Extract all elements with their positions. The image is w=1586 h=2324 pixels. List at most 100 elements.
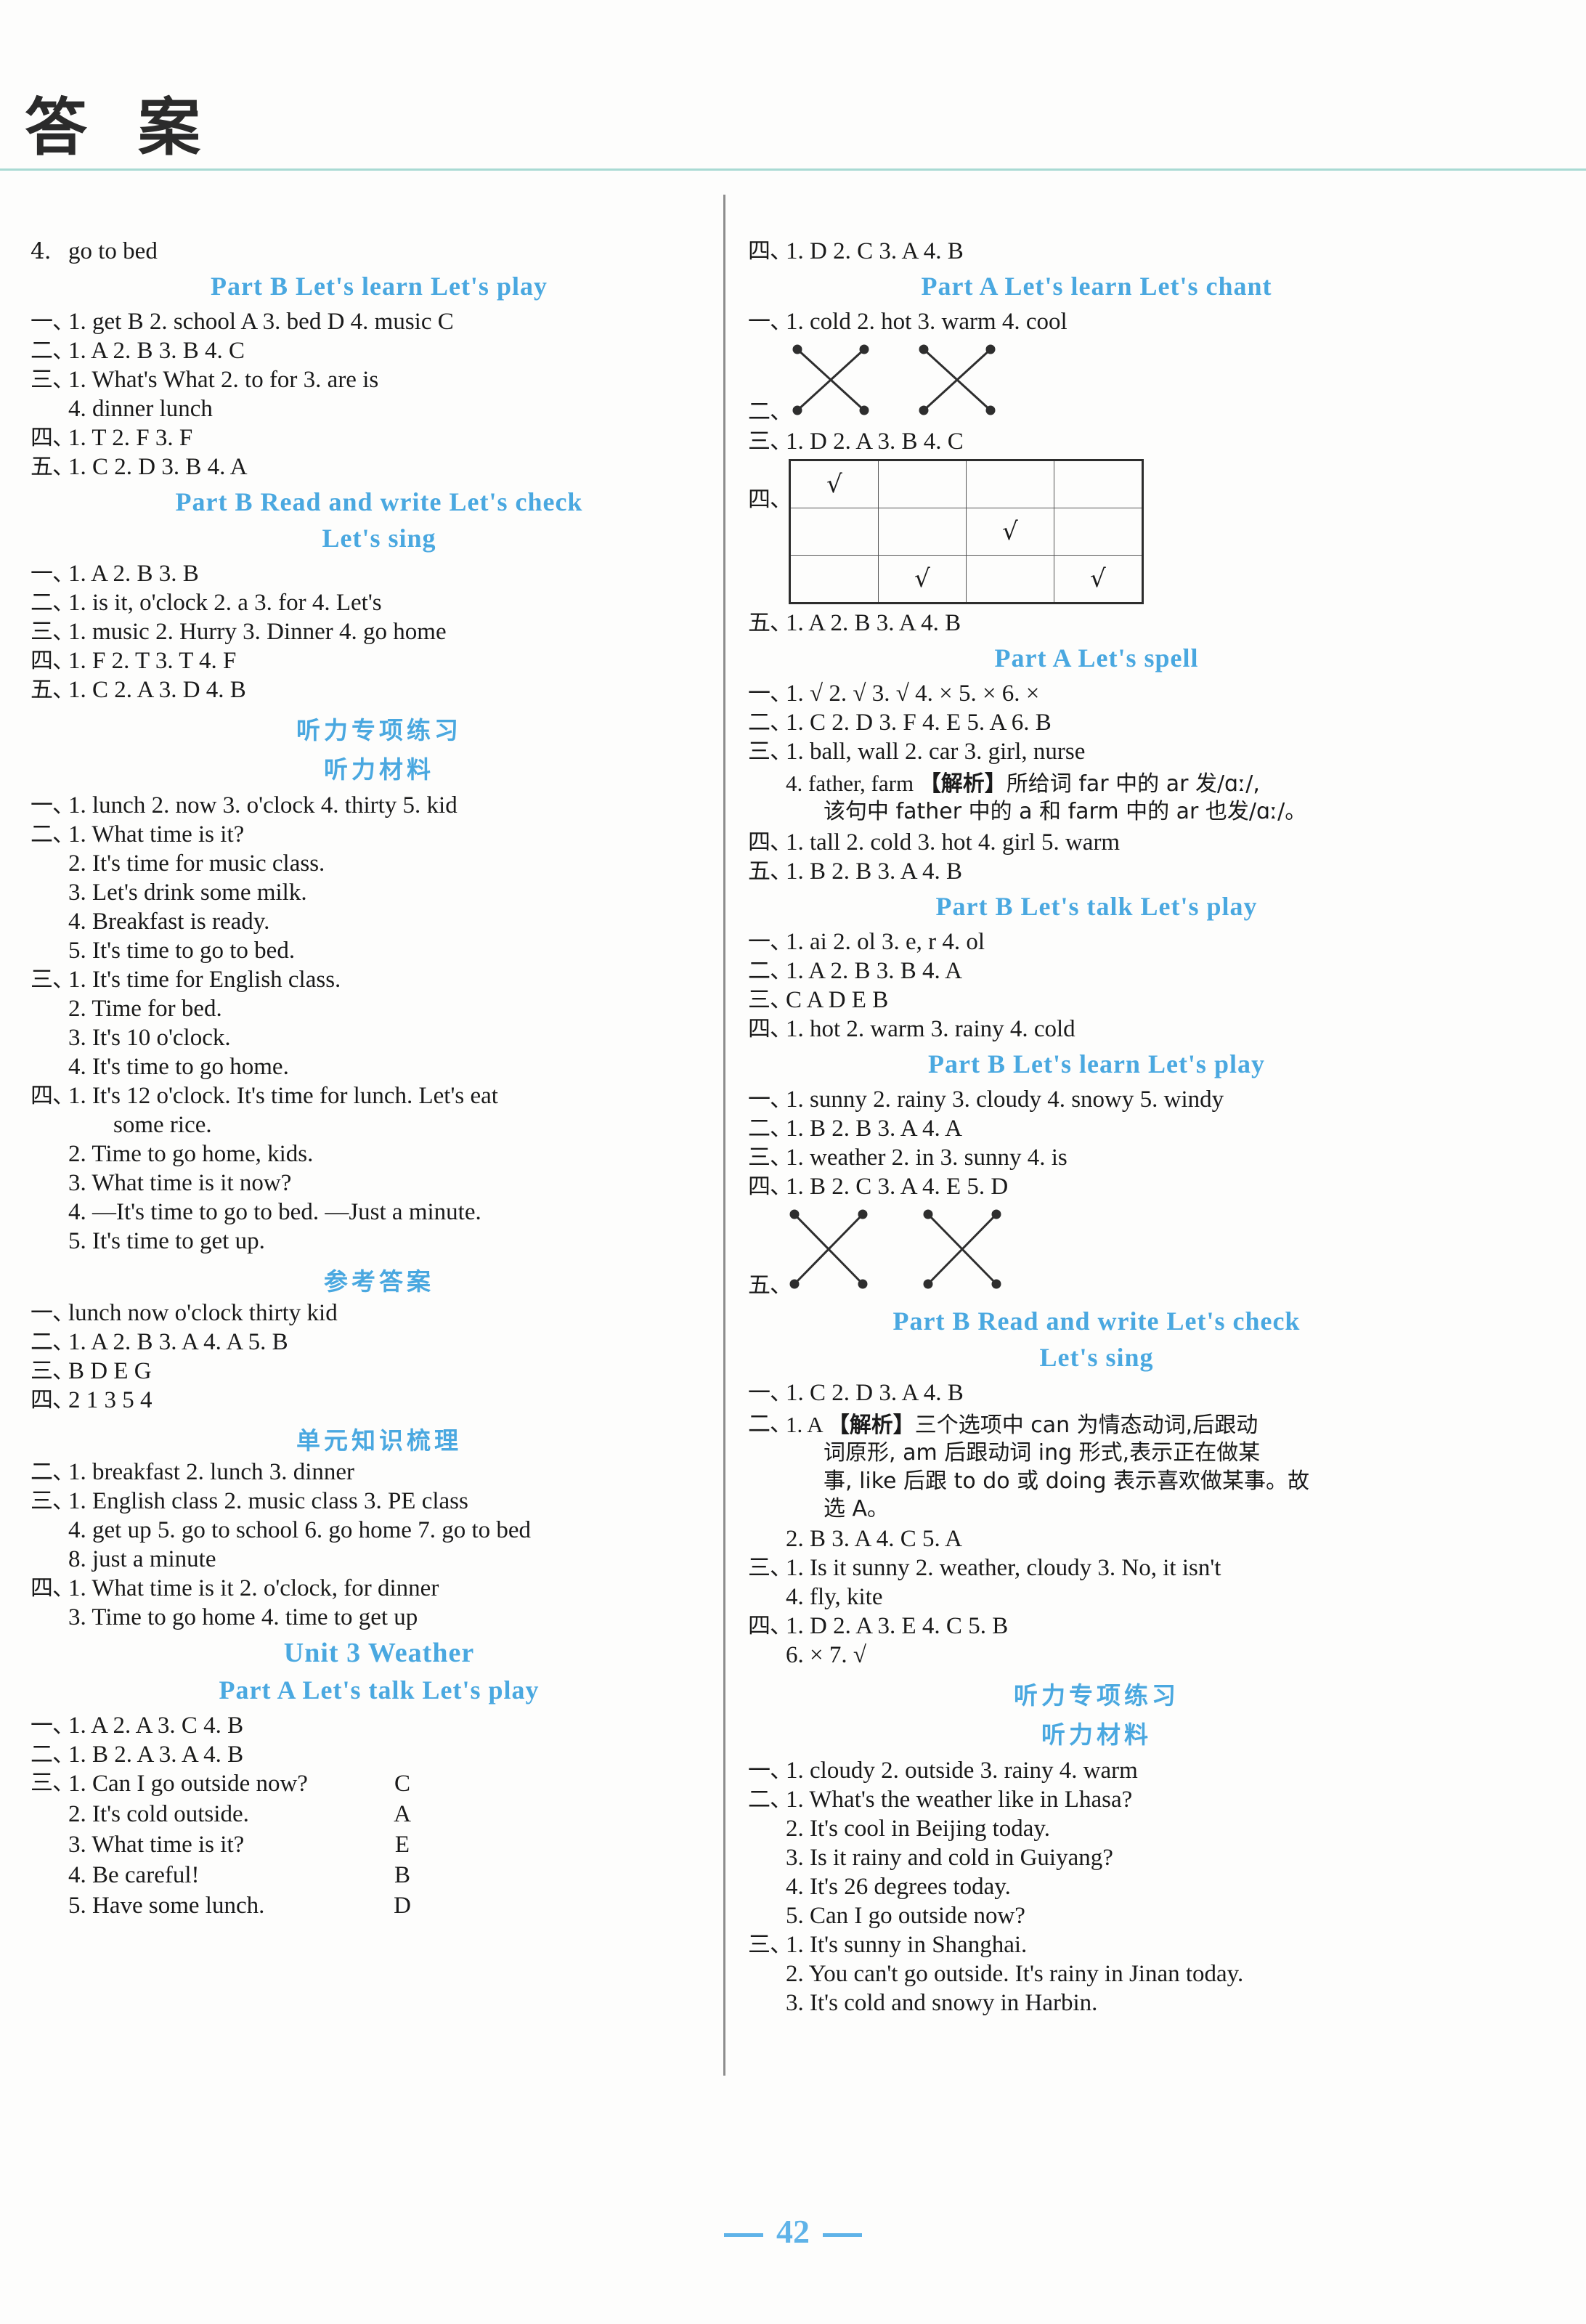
grid-cell: √ [966, 508, 1054, 556]
item-text: 1. What time is it 2. o'clock, for dinne… [68, 1575, 439, 1601]
item-number: 四、 [748, 829, 792, 856]
match-answer: E [394, 1832, 410, 1858]
item-text: 1. It's 12 o'clock. It's time for lunch.… [68, 1083, 498, 1109]
match-answer: A [394, 1801, 411, 1827]
answer-line-wrap: 6. × 7. √ [748, 1644, 1445, 1667]
explanation-cn-line1: 所给词 far 中的 ar 发/ɑː/, [1006, 771, 1260, 797]
item-number: 二、 [748, 957, 792, 984]
left-column: 4. go to bed Part B Let's learn Let's pl… [30, 240, 728, 1925]
answer-line: 三、 1. Is it sunny 2. weather, cloudy 3. … [748, 1556, 1445, 1580]
match-question: 5. Have some lunch. [68, 1893, 265, 1919]
item-number: 一、 [748, 1379, 792, 1406]
answer-line-wrap: 4. dinner lunch [30, 397, 728, 421]
answer-line: 4. It's time to go home. [30, 1055, 728, 1079]
answer-line: 5. It's time to go to bed. [30, 939, 728, 963]
match-question: 3. What time is it? [68, 1832, 245, 1858]
answer-line: 二、 1. A 2. B 3. B 4. C [30, 339, 728, 363]
item-text: 3. What time is it now? [68, 1170, 292, 1196]
grid-cell: √ [878, 555, 967, 604]
grid-cell [878, 460, 967, 508]
item-text: 1. music 2. Hurry 3. Dinner 4. go home [68, 619, 447, 645]
matching-lines-svg [792, 344, 996, 415]
answer-line: 三、 1. D 2. A 3. B 4. C [748, 430, 1445, 454]
item-text: 4. It's time to go home. [68, 1054, 289, 1080]
section-heading-listening-practice: 听力专项练习 [296, 716, 462, 744]
item-number: 二、 [30, 1742, 75, 1768]
item-number: 二、 [748, 710, 792, 736]
section-heading-listening-material: 听力材料 [1041, 1720, 1152, 1750]
item-number: 三、 [748, 428, 792, 455]
answer-line: 二、 1. breakfast 2. lunch 3. dinner [30, 1460, 728, 1484]
check-grid-row: 四、 √ √ √ √ [748, 459, 1445, 604]
item-text: 3. It's 10 o'clock. [68, 1025, 231, 1051]
answer-line: 四、 2 1 3 5 4 [30, 1389, 728, 1413]
item-number: 二、 [30, 590, 75, 616]
item-text: C A D E B [786, 986, 889, 1013]
answer-line-wrap: 2. B 3. A 4. C 5. A [748, 1527, 1445, 1551]
item-text: 1. lunch 2. now 3. o'clock 4. thirty 5. … [68, 792, 458, 818]
section-heading-partb-readwrite-check: Part B Read and write Let's check [175, 487, 583, 516]
item-number: 四、 [748, 238, 792, 264]
answer-line: 2. Time to go home, kids. [30, 1142, 728, 1166]
item-text: 3. Time to go home 4. time to get up [68, 1604, 418, 1630]
answer-line: 2. You can't go outside. It's rainy in J… [748, 1962, 1445, 1986]
item-text: 1. What's What 2. to for 3. are is [68, 367, 379, 393]
item-number: 三、 [748, 739, 792, 765]
header-divider [0, 168, 1586, 171]
item-number: 三、 [30, 619, 75, 645]
item-text: 1. breakfast 2. lunch 3. dinner [68, 1459, 355, 1485]
page-title: 答 案 [25, 91, 215, 164]
item-number: 二、 [30, 1459, 75, 1485]
explanation-block: 4. father, farm 【解析】所给词 far 中的 ar 发/ɑː/,… [748, 769, 1445, 826]
match-row: 3. What time is it? E [30, 1833, 728, 1857]
answer-line: 三、 1. weather 2. in 3. sunny 4. is [748, 1144, 1445, 1171]
item-text: 1. weather 2. in 3. sunny 4. is [786, 1144, 1068, 1171]
item-text: 1. √ 2. √ 3. √ 4. × 5. × 6. × [786, 680, 1040, 707]
jiexi-label: 【解析】 [919, 771, 1006, 797]
answer-line: 一、 1. sunny 2. rainy 3. cloudy 4. snowy … [748, 1086, 1445, 1113]
answer-line: 三、 1. It's sunny in Shanghai. [748, 1933, 1445, 1957]
item-text: 1. English class 2. music class 3. PE cl… [68, 1488, 468, 1514]
answer-line: 二、 1. A 2. B 3. B 4. A [748, 959, 1445, 983]
item-number: 一、 [748, 309, 792, 335]
item-text: 1. hot 2. warm 3. rainy 4. cold [786, 1015, 1075, 1042]
item-number: 三、 [30, 1488, 75, 1514]
item-text: 2. It's cool in Beijing today. [786, 1816, 1051, 1842]
item-number: 一、 [748, 1758, 792, 1784]
answer-line: 二、 1. What time is it? [30, 823, 728, 847]
answer-line: 3. Let's drink some milk. [30, 881, 728, 905]
grid-cell: √ [1054, 555, 1143, 604]
explanation-cn-line4: 选 A。 [824, 1495, 890, 1521]
item-text: 4. Breakfast is ready. [68, 909, 270, 935]
grid-cell [878, 508, 967, 556]
item-number: 一、 [30, 1300, 75, 1326]
page-number: 42 [776, 2213, 810, 2250]
item-text: 2. It's time for music class. [68, 850, 325, 877]
item-text: 1. is it, o'clock 2. a 3. for 4. Let's [68, 590, 382, 616]
item-text: 1. C 2. D 3. F 4. E 5. A 6. B [786, 710, 1052, 736]
answer-line: 4. It's 26 degrees today. [748, 1875, 1445, 1899]
answer-line: 四、 1. tall 2. cold 3. hot 4. girl 5. war… [748, 829, 1445, 856]
answer-line: 五、 1. C 2. A 3. D 4. B [30, 678, 728, 702]
item-number: 四、 [748, 1173, 792, 1200]
answer-line: 五、 1. A 2. B 3. A 4. B [748, 612, 1445, 635]
item-text: 1. sunny 2. rainy 3. cloudy 4. snowy 5. … [786, 1086, 1224, 1113]
item-number: 4. [30, 238, 52, 264]
answer-line: 二、 1. B 2. B 3. A 4. A [748, 1116, 1445, 1141]
grid-cell [966, 460, 1054, 508]
item-text: 1. Is it sunny 2. weather, cloudy 3. No,… [786, 1555, 1221, 1582]
section-heading-listening-practice: 听力专项练习 [1014, 1681, 1179, 1710]
match-row: 5. Have some lunch. D [30, 1894, 728, 1918]
match-question: 2. It's cold outside. [68, 1801, 249, 1827]
item-text: 2. B 3. A 4. C 5. A [786, 1526, 962, 1553]
item-text: 1. cold 2. hot 3. warm 4. cool [786, 309, 1068, 335]
match-answer: C [394, 1771, 410, 1797]
explanation-block: 二、 1. A 【解析】三个选项中 can 为情态动词,后跟动 词原形, am … [748, 1410, 1445, 1524]
answer-line: 三、 C A D E B [748, 988, 1445, 1012]
item-text: 1. A 2. B 3. A 4. A 5. B [68, 1329, 288, 1355]
answer-line: 五、 1. C 2. D 3. B 4. A [30, 455, 728, 479]
answer-line: 二、 1. is it, o'clock 2. a 3. for 4. Let'… [30, 591, 728, 615]
item-text: 1. C 2. D 3. A 4. B [786, 1379, 964, 1406]
explanation-answer: 1. A [786, 1411, 828, 1437]
answer-line: 二、 1. C 2. D 3. F 4. E 5. A 6. B [748, 711, 1445, 735]
